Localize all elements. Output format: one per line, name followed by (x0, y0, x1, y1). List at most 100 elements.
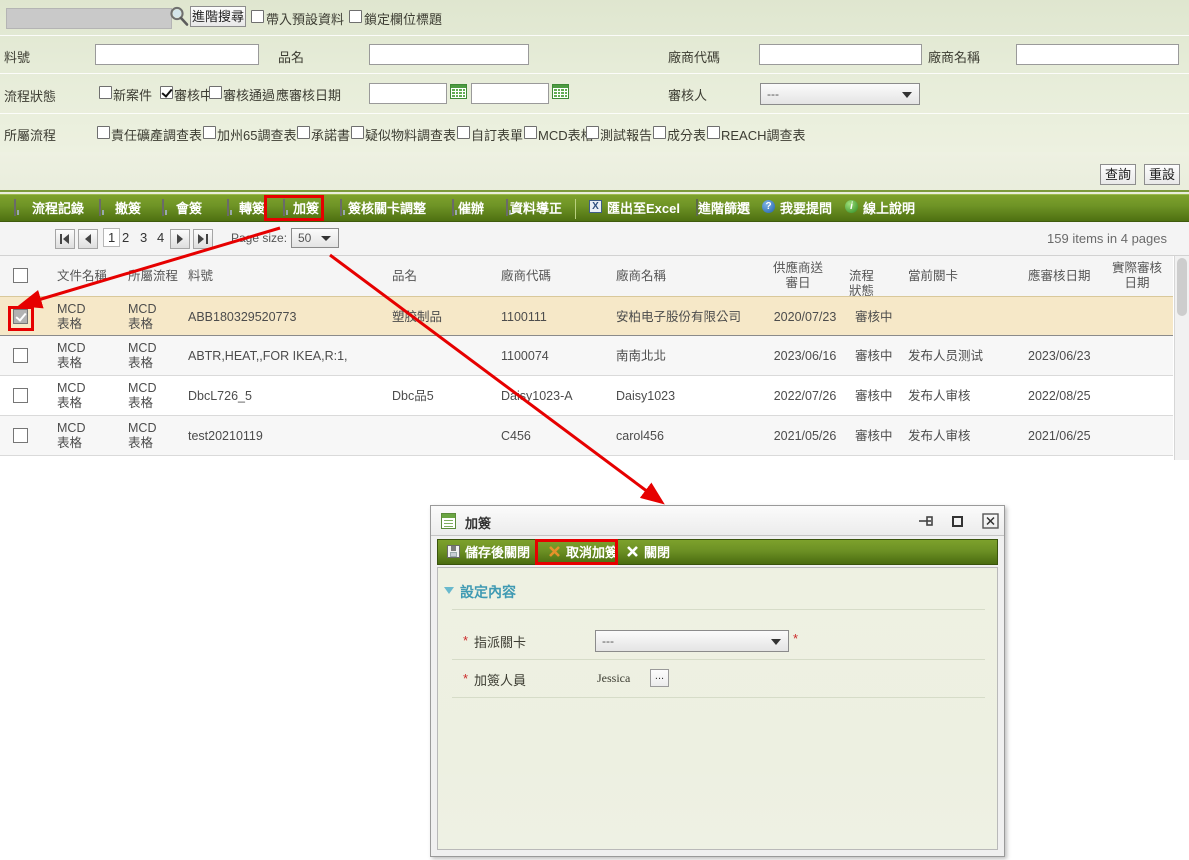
dialog-toolbar: 儲存後關閉 取消加簽 關閉 (437, 539, 998, 565)
toolbar-button-6[interactable]: 催辦 (458, 199, 484, 219)
grid-column-header-2[interactable]: 料號 (188, 269, 378, 284)
grid-vertical-scrollbar[interactable] (1174, 256, 1189, 460)
row-checkbox-2[interactable] (13, 388, 28, 403)
table-row[interactable]: MCD表格 MCD表格 DbcL726_5 Dbc品5 Daisy1023-A Daisy… (0, 376, 1173, 416)
part-no-input[interactable] (95, 44, 259, 65)
grid-column-header-0[interactable]: 文件名稱 (57, 269, 119, 284)
signer-label: 加簽人員 (474, 673, 527, 688)
cell-submit_date: 2023/06/16 (773, 349, 837, 363)
belong-flow-checkbox-3[interactable] (351, 126, 364, 139)
disk-icon (227, 199, 229, 216)
next-page-button[interactable] (170, 229, 190, 249)
field-row-signer: * 加簽人員 Jessica ... (452, 660, 985, 698)
annotation-box-row-checkbox (8, 306, 34, 331)
toolbar-button-8[interactable]: 匯出至Excel (607, 199, 680, 219)
first-page-button[interactable] (55, 229, 75, 249)
assign-node-select[interactable]: --- (595, 630, 789, 652)
toolbar-button-0[interactable]: 流程記錄 (32, 199, 84, 219)
row-checkbox-1[interactable] (13, 348, 28, 363)
maximize-icon[interactable] (950, 514, 966, 529)
search-row-partno: 料號 品名 廠商代碼 廠商名稱 (0, 36, 1189, 74)
lock-header-checkbox[interactable] (349, 10, 362, 23)
assign-node-value: --- (602, 634, 614, 648)
pager-page-2[interactable]: 2 (122, 230, 129, 245)
toolbar-button-1[interactable]: 撤簽 (115, 199, 141, 219)
belong-flow-label-7: 成分表 (667, 128, 707, 143)
product-name-input[interactable] (369, 44, 529, 65)
grid-column-header-9[interactable]: 應審核日期 (1028, 269, 1104, 284)
belong-flow-checkbox-2[interactable] (297, 126, 310, 139)
toolbar-button-10[interactable]: 我要提問 (780, 199, 832, 219)
disk-icon (452, 199, 454, 216)
toolbar-button-11[interactable]: 線上說明 (863, 199, 915, 219)
reset-button-visible[interactable]: 重設 (1144, 164, 1180, 185)
default-data-checkbox[interactable] (251, 10, 264, 23)
select-all-checkbox[interactable] (13, 268, 28, 283)
search-icon[interactable] (168, 5, 190, 27)
dialog-title-bar: 加簽 (431, 506, 1004, 536)
pager-page-4[interactable]: 4 (157, 230, 164, 245)
table-row[interactable]: MCD表格 MCD表格 ABTR,HEAT,,FOR IKEA,R:1, 110007… (0, 336, 1173, 376)
vendor-code-input[interactable] (759, 44, 922, 65)
search-panel: 進階搜尋 帶入預設資料 鎖定欄位標題 料號 品名 廠商代碼 廠商名稱 流程狀態 … (0, 0, 1189, 185)
vendor-name-input[interactable] (1016, 44, 1179, 65)
grid-column-header-6[interactable]: 供應商送審日 (772, 261, 824, 291)
prev-page-button[interactable] (78, 229, 98, 249)
belong-flow-checkbox-0[interactable] (97, 126, 110, 139)
scrollbar-thumb[interactable] (1177, 258, 1187, 316)
last-page-button[interactable] (193, 229, 213, 249)
divider (452, 609, 985, 610)
status-approved-checkbox[interactable] (209, 86, 222, 99)
close-icon[interactable] (982, 513, 999, 529)
calendar-icon[interactable] (450, 84, 467, 99)
status-new-checkbox[interactable] (99, 86, 112, 99)
pager-page-1[interactable]: 1 (103, 228, 121, 247)
row-checkbox-3[interactable] (13, 428, 28, 443)
disk-icon (14, 199, 16, 216)
page-size-select[interactable]: 50 (291, 228, 339, 248)
toolbar-button-5[interactable]: 簽核關卡調整 (348, 199, 426, 219)
grid-column-header-4[interactable]: 廠商代碼 (501, 269, 611, 284)
toolbar-button-3[interactable]: 轉簽 (239, 199, 265, 219)
annotation-box-toolbar-addsign (264, 195, 324, 221)
save-and-close-button[interactable]: 儲存後關閉 (465, 544, 530, 562)
grid-column-header-7[interactable]: 流程狀態 (849, 269, 885, 299)
collapse-caret-icon[interactable] (444, 587, 454, 594)
pin-icon[interactable] (918, 514, 934, 529)
calendar-icon[interactable] (552, 84, 569, 99)
status-reviewing-checkbox[interactable] (160, 86, 173, 99)
toolbar-button-9[interactable]: 進階篩選 (698, 199, 750, 219)
belong-flow-checkbox-8[interactable] (707, 126, 720, 139)
due-date-to-input[interactable] (471, 83, 549, 104)
grid-column-header-10[interactable]: 實際審核日期 (1108, 261, 1166, 291)
signer-value: Jessica (597, 671, 631, 685)
cell-flow: MCD表格 (128, 421, 157, 450)
toolbar-button-2[interactable]: 會簽 (176, 199, 202, 219)
belong-flow-checkbox-1[interactable] (203, 126, 216, 139)
belong-flow-checkbox-7[interactable] (653, 126, 666, 139)
cell-status: 審核中 (855, 389, 893, 403)
advanced-search-button[interactable]: 進階搜尋 (190, 6, 246, 27)
grid-column-header-8[interactable]: 當前關卡 (908, 269, 1018, 284)
grid-column-header-5[interactable]: 廠商名稱 (616, 269, 776, 284)
close-button[interactable]: 關閉 (644, 544, 670, 562)
reviewer-select[interactable]: --- (760, 83, 920, 105)
belong-flow-checkbox-6[interactable] (586, 126, 599, 139)
table-row[interactable]: MCD表格 MCD表格 ABB180329520773 塑胶制品 1100111 安柏电子… (0, 296, 1173, 336)
table-row[interactable]: MCD表格 MCD表格 test20210119 C456 carol456 2021/0… (0, 416, 1173, 456)
grid-column-header-1[interactable]: 所屬流程 (128, 269, 190, 284)
cell-vendor_code: 1100111 (501, 310, 547, 324)
toolbar-button-7[interactable]: 資料導正 (510, 199, 562, 219)
cell-due_date: 2021/06/25 (1028, 429, 1091, 443)
grid-column-header-3[interactable]: 品名 (392, 269, 492, 284)
action-toolbar-items: 流程記錄 撤簽 會簽 轉簽 加簽 簽核關卡調整 催辦 資料導正 X 匯出至Excel 進階篩選? 我要… (0, 195, 1189, 216)
due-date-label: 應審核日期 (276, 88, 342, 103)
due-date-from-input[interactable] (369, 83, 447, 104)
keyword-input[interactable] (6, 8, 172, 29)
pager-page-3[interactable]: 3 (140, 230, 147, 245)
query-button-visible[interactable]: 查詢 (1100, 164, 1136, 185)
belong-flow-checkbox-4[interactable] (457, 126, 470, 139)
belong-flow-checkbox-5[interactable] (524, 126, 537, 139)
items-info: 159 items in 4 pages (1047, 231, 1167, 246)
signer-picker-button[interactable]: ... (650, 669, 669, 687)
